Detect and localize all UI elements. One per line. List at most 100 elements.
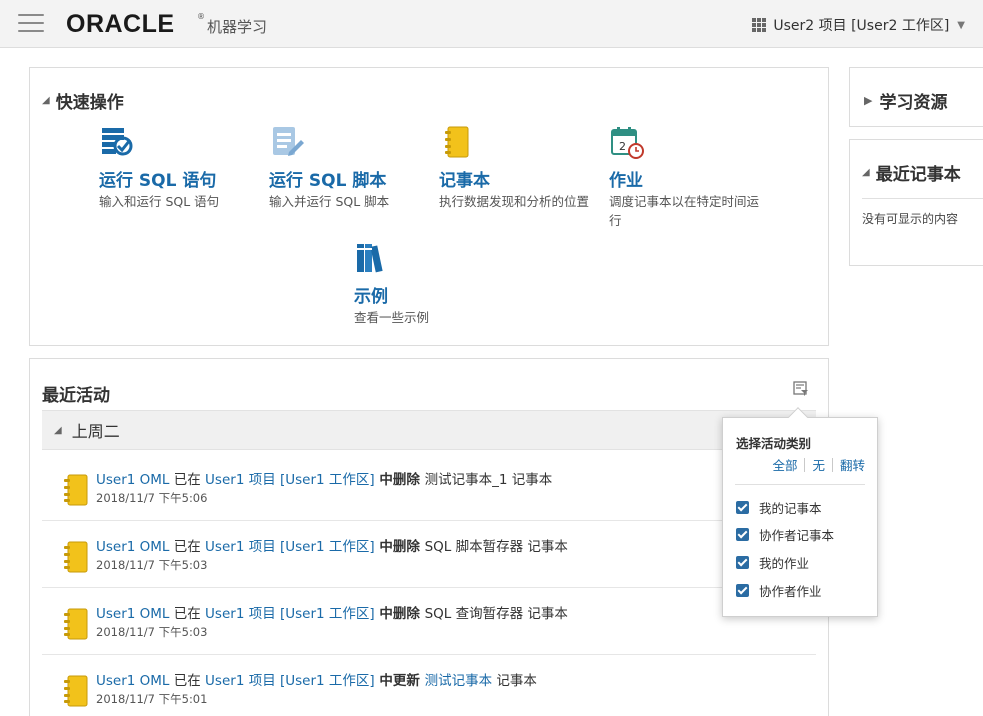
user-link[interactable]: User1 OML bbox=[96, 539, 169, 555]
activity-object: SQL 查询暂存器 bbox=[424, 606, 524, 622]
quick-actions-header[interactable]: ◢ 快速操作 bbox=[42, 88, 124, 113]
project-link[interactable]: User1 项目 [User1 工作区] bbox=[205, 539, 375, 555]
activity-row: User1 OML 已在 User1 项目 [User1 工作区] 中删除 SQ… bbox=[42, 588, 816, 655]
notebook-icon bbox=[64, 675, 88, 707]
activity-text: User1 OML 已在 User1 项目 [User1 工作区] 中删除 SQ… bbox=[96, 602, 568, 622]
checkbox-checked[interactable] bbox=[736, 584, 749, 597]
divider bbox=[804, 457, 806, 472]
notebook-action[interactable]: 记事本 执行数据发现和分析的位置 bbox=[439, 124, 589, 211]
registered-mark: ® bbox=[197, 12, 205, 21]
learning-resources-header[interactable]: ▶ 学习资源 bbox=[864, 88, 947, 113]
learning-resources-panel: ▶ 学习资源 bbox=[849, 67, 983, 127]
activity-action: 中删除 bbox=[374, 606, 425, 622]
hamburger-menu-icon[interactable] bbox=[18, 14, 44, 34]
learning-resources-title: 学习资源 bbox=[879, 93, 948, 113]
run-sql-script-title: 运行 SQL 脚本 bbox=[269, 171, 387, 191]
filter-icon[interactable] bbox=[793, 381, 809, 397]
invert-selection-link[interactable]: 翻转 bbox=[840, 455, 865, 474]
oracle-logo: ORACLE bbox=[66, 10, 175, 38]
expand-triangle-icon: ▶ bbox=[864, 94, 873, 107]
run-sql-script-action[interactable]: 运行 SQL 脚本 输入并运行 SQL 脚本 bbox=[269, 124, 429, 211]
checkbox-checked[interactable] bbox=[736, 556, 749, 569]
divider bbox=[862, 198, 983, 199]
activity-row: User1 OML 已在 User1 项目 [User1 工作区] 中删除 SQ… bbox=[42, 521, 816, 588]
notebook-link[interactable]: 测试记事本 bbox=[425, 673, 493, 689]
filter-option-label: 协作者记事本 bbox=[759, 528, 835, 543]
examples-action[interactable]: 示例 查看一些示例 bbox=[354, 240, 514, 327]
filter-option-my-jobs[interactable]: 我的作业 bbox=[736, 553, 809, 572]
activity-time: 2018/11/7 下午5:06 bbox=[96, 491, 208, 505]
checkbox-checked[interactable] bbox=[736, 528, 749, 541]
examples-title: 示例 bbox=[354, 287, 388, 307]
checkbox-checked[interactable] bbox=[736, 501, 749, 514]
quick-actions-panel: ◢ 快速操作 运行 SQL 语句 输入和运行 SQL 语句 运行 SQL 脚本 … bbox=[29, 67, 829, 346]
jobs-action[interactable]: 2 作业 调度记事本以在特定时间运行 bbox=[609, 124, 759, 230]
books-icon bbox=[357, 244, 383, 273]
notebook-icon bbox=[64, 541, 88, 573]
activity-filter-popup: 选择活动类别 全部 无 翻转 我的记事本 协作者记事本 我的作业 协作者作业 bbox=[722, 407, 878, 617]
collapse-triangle-icon: ◢ bbox=[54, 424, 62, 436]
chevron-down-icon: ▼ bbox=[957, 19, 965, 31]
project-link[interactable]: User1 项目 [User1 工作区] bbox=[205, 472, 375, 488]
notebook-icon bbox=[445, 126, 469, 158]
week-group-header[interactable]: ◢ 上周二 bbox=[42, 410, 816, 450]
recent-activity-panel: 最近活动 ◢ 上周二 User1 OML 已在 User1 项目 [User1 … bbox=[29, 358, 829, 716]
top-header: ORACLE ® 机器学习 User2 项目 [User2 工作区] ▼ bbox=[0, 0, 983, 48]
run-sql-statement-action[interactable]: 运行 SQL 语句 输入和运行 SQL 语句 bbox=[99, 124, 259, 211]
activity-suffix: 记事本 bbox=[492, 673, 537, 689]
activity-row: User1 OML 已在 User1 项目 [User1 工作区] 中更新 测试… bbox=[42, 655, 816, 716]
run-sql-statement-desc: 输入和运行 SQL 语句 bbox=[99, 194, 220, 209]
activity-object: 测试记事本_1 bbox=[424, 472, 508, 488]
project-link[interactable]: User1 项目 [User1 工作区] bbox=[205, 606, 375, 622]
app-name: 机器学习 bbox=[207, 18, 268, 36]
select-all-link[interactable]: 全部 bbox=[772, 455, 797, 474]
activity-time: 2018/11/7 下午5:01 bbox=[96, 692, 208, 706]
quick-actions-title: 快速操作 bbox=[55, 93, 124, 113]
filter-option-collaborator-notebooks[interactable]: 协作者记事本 bbox=[736, 525, 834, 544]
activity-connector: 已在 bbox=[169, 539, 206, 555]
project-link[interactable]: User1 项目 [User1 工作区] bbox=[205, 673, 375, 689]
filter-option-label: 我的记事本 bbox=[759, 501, 822, 516]
recent-notebooks-title: 最近记事本 bbox=[875, 165, 961, 185]
project-label: User2 项目 [User2 工作区] bbox=[773, 18, 950, 34]
notebook-icon bbox=[64, 474, 88, 506]
calendar-clock-icon: 2 bbox=[611, 127, 644, 159]
run-sql-statement-title: 运行 SQL 语句 bbox=[99, 171, 217, 191]
activity-text: User1 OML 已在 User1 项目 [User1 工作区] 中更新 测试… bbox=[96, 669, 537, 689]
activity-row: User1 OML 已在 User1 项目 [User1 工作区] 中删除 测试… bbox=[42, 454, 816, 521]
jobs-title: 作业 bbox=[609, 171, 643, 191]
empty-message: 没有可显示的内容 bbox=[862, 212, 959, 226]
user-link[interactable]: User1 OML bbox=[96, 673, 169, 689]
select-none-link[interactable]: 无 bbox=[812, 455, 825, 474]
user-link[interactable]: User1 OML bbox=[96, 472, 169, 488]
collapse-triangle-icon: ◢ bbox=[862, 167, 870, 178]
grid-icon bbox=[752, 18, 767, 32]
filter-option-my-notebooks[interactable]: 我的记事本 bbox=[736, 498, 822, 517]
activity-time: 2018/11/7 下午5:03 bbox=[96, 625, 208, 639]
recent-notebooks-header[interactable]: ◢ 最近记事本 bbox=[862, 160, 961, 185]
week-group-label: 上周二 bbox=[71, 422, 120, 441]
selection-links: 全部 无 翻转 bbox=[772, 455, 865, 474]
svg-text:2: 2 bbox=[619, 140, 626, 153]
notebook-icon bbox=[64, 608, 88, 640]
user-link[interactable]: User1 OML bbox=[96, 606, 169, 622]
activity-object: SQL 脚本暂存器 bbox=[424, 539, 524, 555]
sql-statement-icon bbox=[102, 128, 133, 156]
activity-action: 中更新 bbox=[374, 673, 425, 689]
sql-script-icon bbox=[273, 127, 304, 156]
project-switcher[interactable]: User2 项目 [User2 工作区] ▼ bbox=[752, 15, 965, 35]
jobs-desc: 调度记事本以在特定时间运行 bbox=[609, 194, 760, 228]
activity-text: User1 OML 已在 User1 项目 [User1 工作区] 中删除 SQ… bbox=[96, 535, 568, 555]
activity-action: 中删除 bbox=[374, 539, 425, 555]
filter-option-label: 我的作业 bbox=[759, 556, 810, 571]
collapse-triangle-icon: ◢ bbox=[42, 95, 50, 106]
recent-activity-title: 最近活动 bbox=[42, 386, 110, 406]
activity-connector: 已在 bbox=[169, 472, 206, 488]
activity-connector: 已在 bbox=[169, 673, 206, 689]
activity-action: 中删除 bbox=[374, 472, 425, 488]
activity-suffix: 记事本 bbox=[523, 539, 568, 555]
filter-option-collaborator-jobs[interactable]: 协作者作业 bbox=[736, 581, 822, 600]
activity-suffix: 记事本 bbox=[507, 472, 553, 488]
activity-connector: 已在 bbox=[169, 606, 206, 622]
examples-desc: 查看一些示例 bbox=[354, 310, 430, 325]
